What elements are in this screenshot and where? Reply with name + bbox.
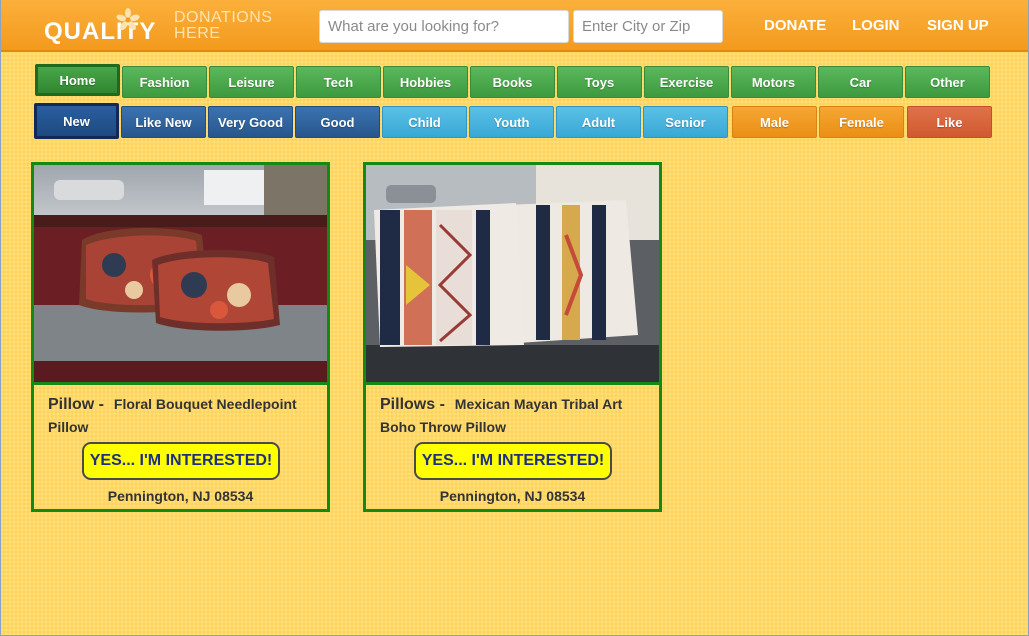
flower-icon (116, 8, 140, 31)
filter-like[interactable]: Like (907, 106, 992, 138)
category-hobbies[interactable]: Hobbies (383, 66, 468, 98)
pillow-photo-image (366, 165, 659, 382)
pillow-photo-image (34, 165, 327, 382)
listing-location: Pennington, NJ 08534 (439, 488, 586, 504)
category-tech[interactable]: Tech (296, 66, 381, 98)
filter-child[interactable]: Child (382, 106, 467, 138)
city-zip-input[interactable] (573, 10, 723, 43)
filter-like-new[interactable]: Like New (121, 106, 206, 138)
filter-new[interactable]: New (34, 103, 119, 139)
site-logo[interactable]: QUALITY DONATIONS HERE (44, 8, 274, 46)
category-leisure[interactable]: Leisure (209, 66, 294, 98)
logo-sub-line2: HERE (174, 25, 221, 42)
listing-title: Pillow - Floral Bouquet Needlepoint Pill… (48, 393, 318, 438)
category-books[interactable]: Books (470, 66, 555, 98)
category-home[interactable]: Home (35, 64, 120, 96)
listing-photo[interactable] (34, 165, 327, 385)
logo-subtitle: DONATIONS HERE (174, 10, 274, 42)
donate-link[interactable]: DONATE (764, 17, 826, 34)
interested-button[interactable]: YES... I'M INTERESTED! (82, 442, 280, 480)
filter-adult[interactable]: Adult (556, 106, 641, 138)
login-link[interactable]: LOGIN (852, 17, 900, 34)
listing-card: Pillows - Mexican Mayan Tribal Art Boho … (363, 162, 662, 512)
category-fashion[interactable]: Fashion (122, 66, 207, 98)
signup-link[interactable]: SIGN UP (927, 17, 989, 34)
category-car[interactable]: Car (818, 66, 903, 98)
site-header: QUALITY DONATIONS HERE DONATE LOGIN SIGN… (0, 0, 1029, 52)
logo-sub-line1: DONATIONS (174, 9, 273, 26)
listing-card: Pillow - Floral Bouquet Needlepoint Pill… (31, 162, 330, 512)
filter-female[interactable]: Female (819, 106, 904, 138)
listing-title: Pillows - Mexican Mayan Tribal Art Boho … (380, 393, 650, 438)
category-motors[interactable]: Motors (731, 66, 816, 98)
filter-senior[interactable]: Senior (643, 106, 728, 138)
category-toys[interactable]: Toys (557, 66, 642, 98)
filter-very-good[interactable]: Very Good (208, 106, 293, 138)
filter-good[interactable]: Good (295, 106, 380, 138)
listing-photo[interactable] (366, 165, 659, 385)
listing-category: Pillow - (48, 396, 104, 413)
search-input[interactable] (319, 10, 569, 43)
filter-youth[interactable]: Youth (469, 106, 554, 138)
category-other[interactable]: Other (905, 66, 990, 98)
filter-male[interactable]: Male (732, 106, 817, 138)
listing-category: Pillows - (380, 396, 445, 413)
listing-location: Pennington, NJ 08534 (107, 488, 254, 504)
category-exercise[interactable]: Exercise (644, 66, 729, 98)
interested-button[interactable]: YES... I'M INTERESTED! (414, 442, 612, 480)
